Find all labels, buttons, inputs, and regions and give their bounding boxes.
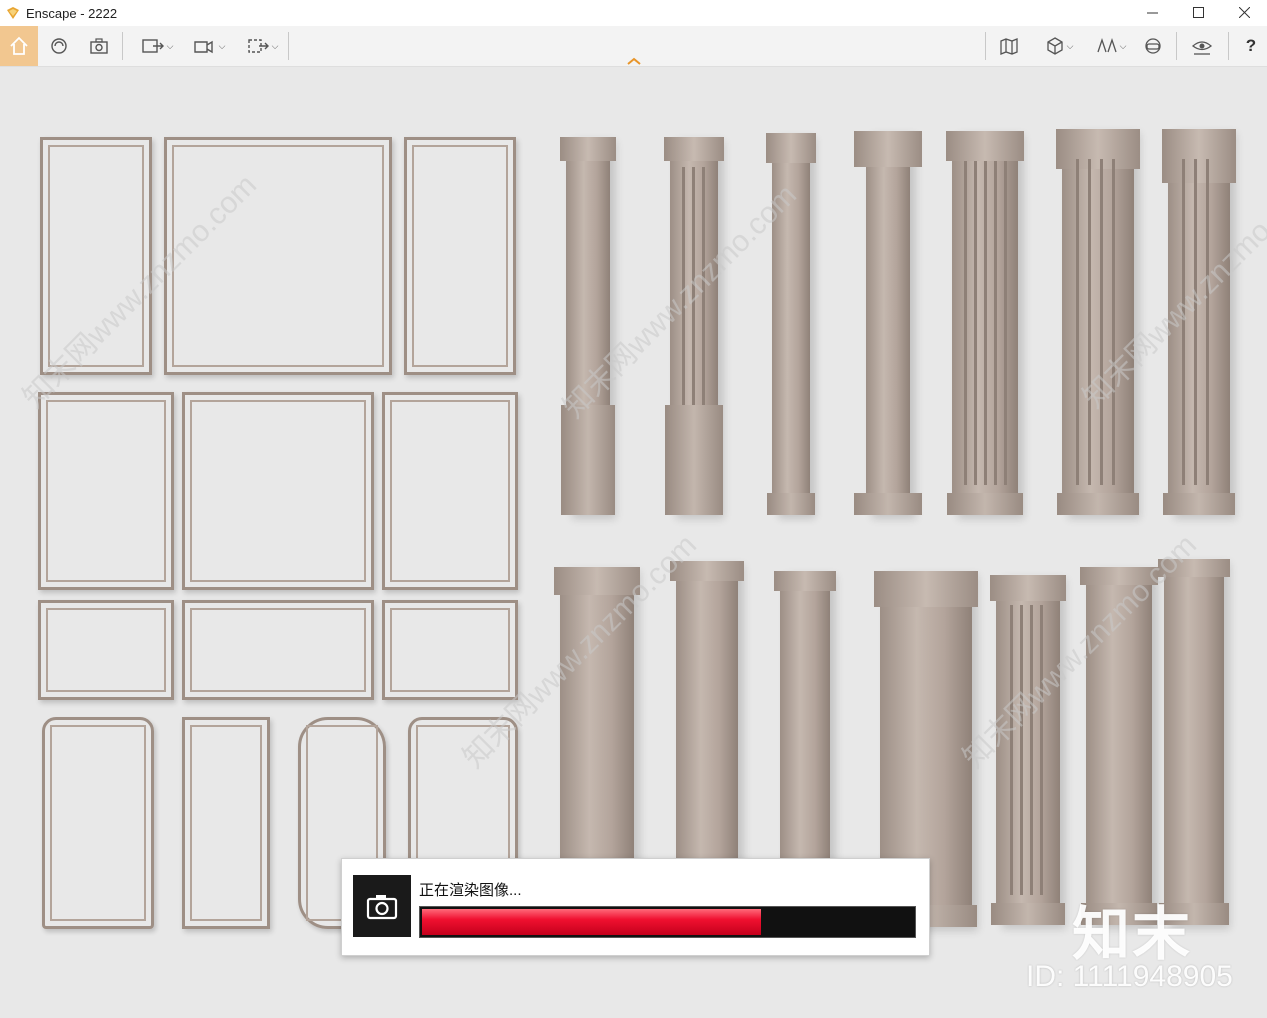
- map-view-button[interactable]: [996, 26, 1022, 66]
- toolbar: ⌵ ⌵ ⌵ ⌵ ⌵ ?: [0, 26, 1267, 67]
- export-video-button[interactable]: ⌵: [186, 26, 232, 66]
- chevron-down-icon: ⌵: [1066, 40, 1074, 51]
- pilaster: [774, 571, 836, 897]
- maximize-button[interactable]: [1175, 0, 1221, 24]
- vr-headset-icon: [1145, 38, 1161, 54]
- views-button[interactable]: ⌵: [1088, 26, 1134, 66]
- camera-icon: [90, 38, 108, 54]
- enscape-logo-icon: [7, 7, 19, 19]
- minimize-button[interactable]: [1129, 0, 1175, 24]
- brand-logo: 知末: [1072, 902, 1193, 967]
- render-progress-fill: [422, 909, 761, 935]
- ornate-frame: [182, 392, 374, 590]
- cube-icon: [1046, 37, 1063, 55]
- vr-headset-button[interactable]: [1140, 26, 1166, 66]
- export-panorama-icon: [247, 39, 269, 53]
- ornate-frame: [38, 392, 174, 590]
- home-button[interactable]: [0, 26, 38, 66]
- column: [946, 131, 1024, 515]
- eye-settings-icon: [1191, 41, 1213, 55]
- asset-library-button[interactable]: ⌵: [1036, 26, 1082, 66]
- chevron-down-icon: ⌵: [218, 40, 226, 51]
- title-bar: Enscape - 2222: [0, 0, 1267, 26]
- camera-icon: [366, 895, 398, 920]
- column: [854, 131, 922, 515]
- minimize-icon: [1146, 12, 1158, 13]
- maximize-icon: [1192, 6, 1204, 18]
- ornate-frame: [38, 600, 174, 700]
- help-label: ?: [1245, 36, 1257, 55]
- chevron-down-icon: ⌵: [271, 40, 279, 51]
- chevron-down-icon: ⌵: [166, 40, 174, 51]
- render-camera-badge: [353, 875, 411, 937]
- screenshot-button[interactable]: [86, 26, 112, 66]
- collapse-toolbar-button[interactable]: [624, 26, 644, 66]
- visual-settings-button[interactable]: [1188, 26, 1216, 66]
- ornate-frame: [182, 600, 374, 700]
- export-panorama-button[interactable]: ⌵: [240, 26, 284, 66]
- ornate-frame: [42, 717, 154, 929]
- asset-id-label: ID: 1111948905: [1026, 960, 1233, 993]
- render-status-text: 正在渲染图像...: [419, 882, 522, 899]
- export-image-button[interactable]: ⌵: [134, 26, 180, 66]
- home-icon: [10, 36, 28, 55]
- ornate-frame: [404, 137, 516, 375]
- window-title: Enscape - 2222: [26, 5, 118, 21]
- ornate-frame: [382, 600, 518, 700]
- render-viewport[interactable]: 知末网www.znzmo.com 知末网www.znzmo.com 知末网www…: [0, 67, 1267, 1018]
- close-icon: [1238, 6, 1250, 18]
- views-icon: [1096, 37, 1117, 53]
- render-progress-dialog: 正在渲染图像...: [341, 858, 930, 956]
- sync-camera-icon: [51, 38, 67, 54]
- sync-camera-button[interactable]: [46, 26, 72, 66]
- chevron-down-icon: ⌵: [1119, 40, 1127, 51]
- chevron-up-icon: [627, 57, 641, 65]
- help-button[interactable]: ?: [1238, 26, 1264, 66]
- close-button[interactable]: [1221, 0, 1267, 24]
- pilaster: [1158, 559, 1230, 925]
- pilaster: [670, 561, 744, 897]
- column: [560, 137, 616, 515]
- column: [1056, 129, 1140, 515]
- ornate-frame: [182, 717, 270, 929]
- ornate-frame: [382, 392, 518, 590]
- map-icon: [1000, 38, 1018, 55]
- export-image-icon: [141, 39, 164, 53]
- render-progress-bar: [419, 906, 916, 938]
- export-video-icon: [193, 40, 213, 54]
